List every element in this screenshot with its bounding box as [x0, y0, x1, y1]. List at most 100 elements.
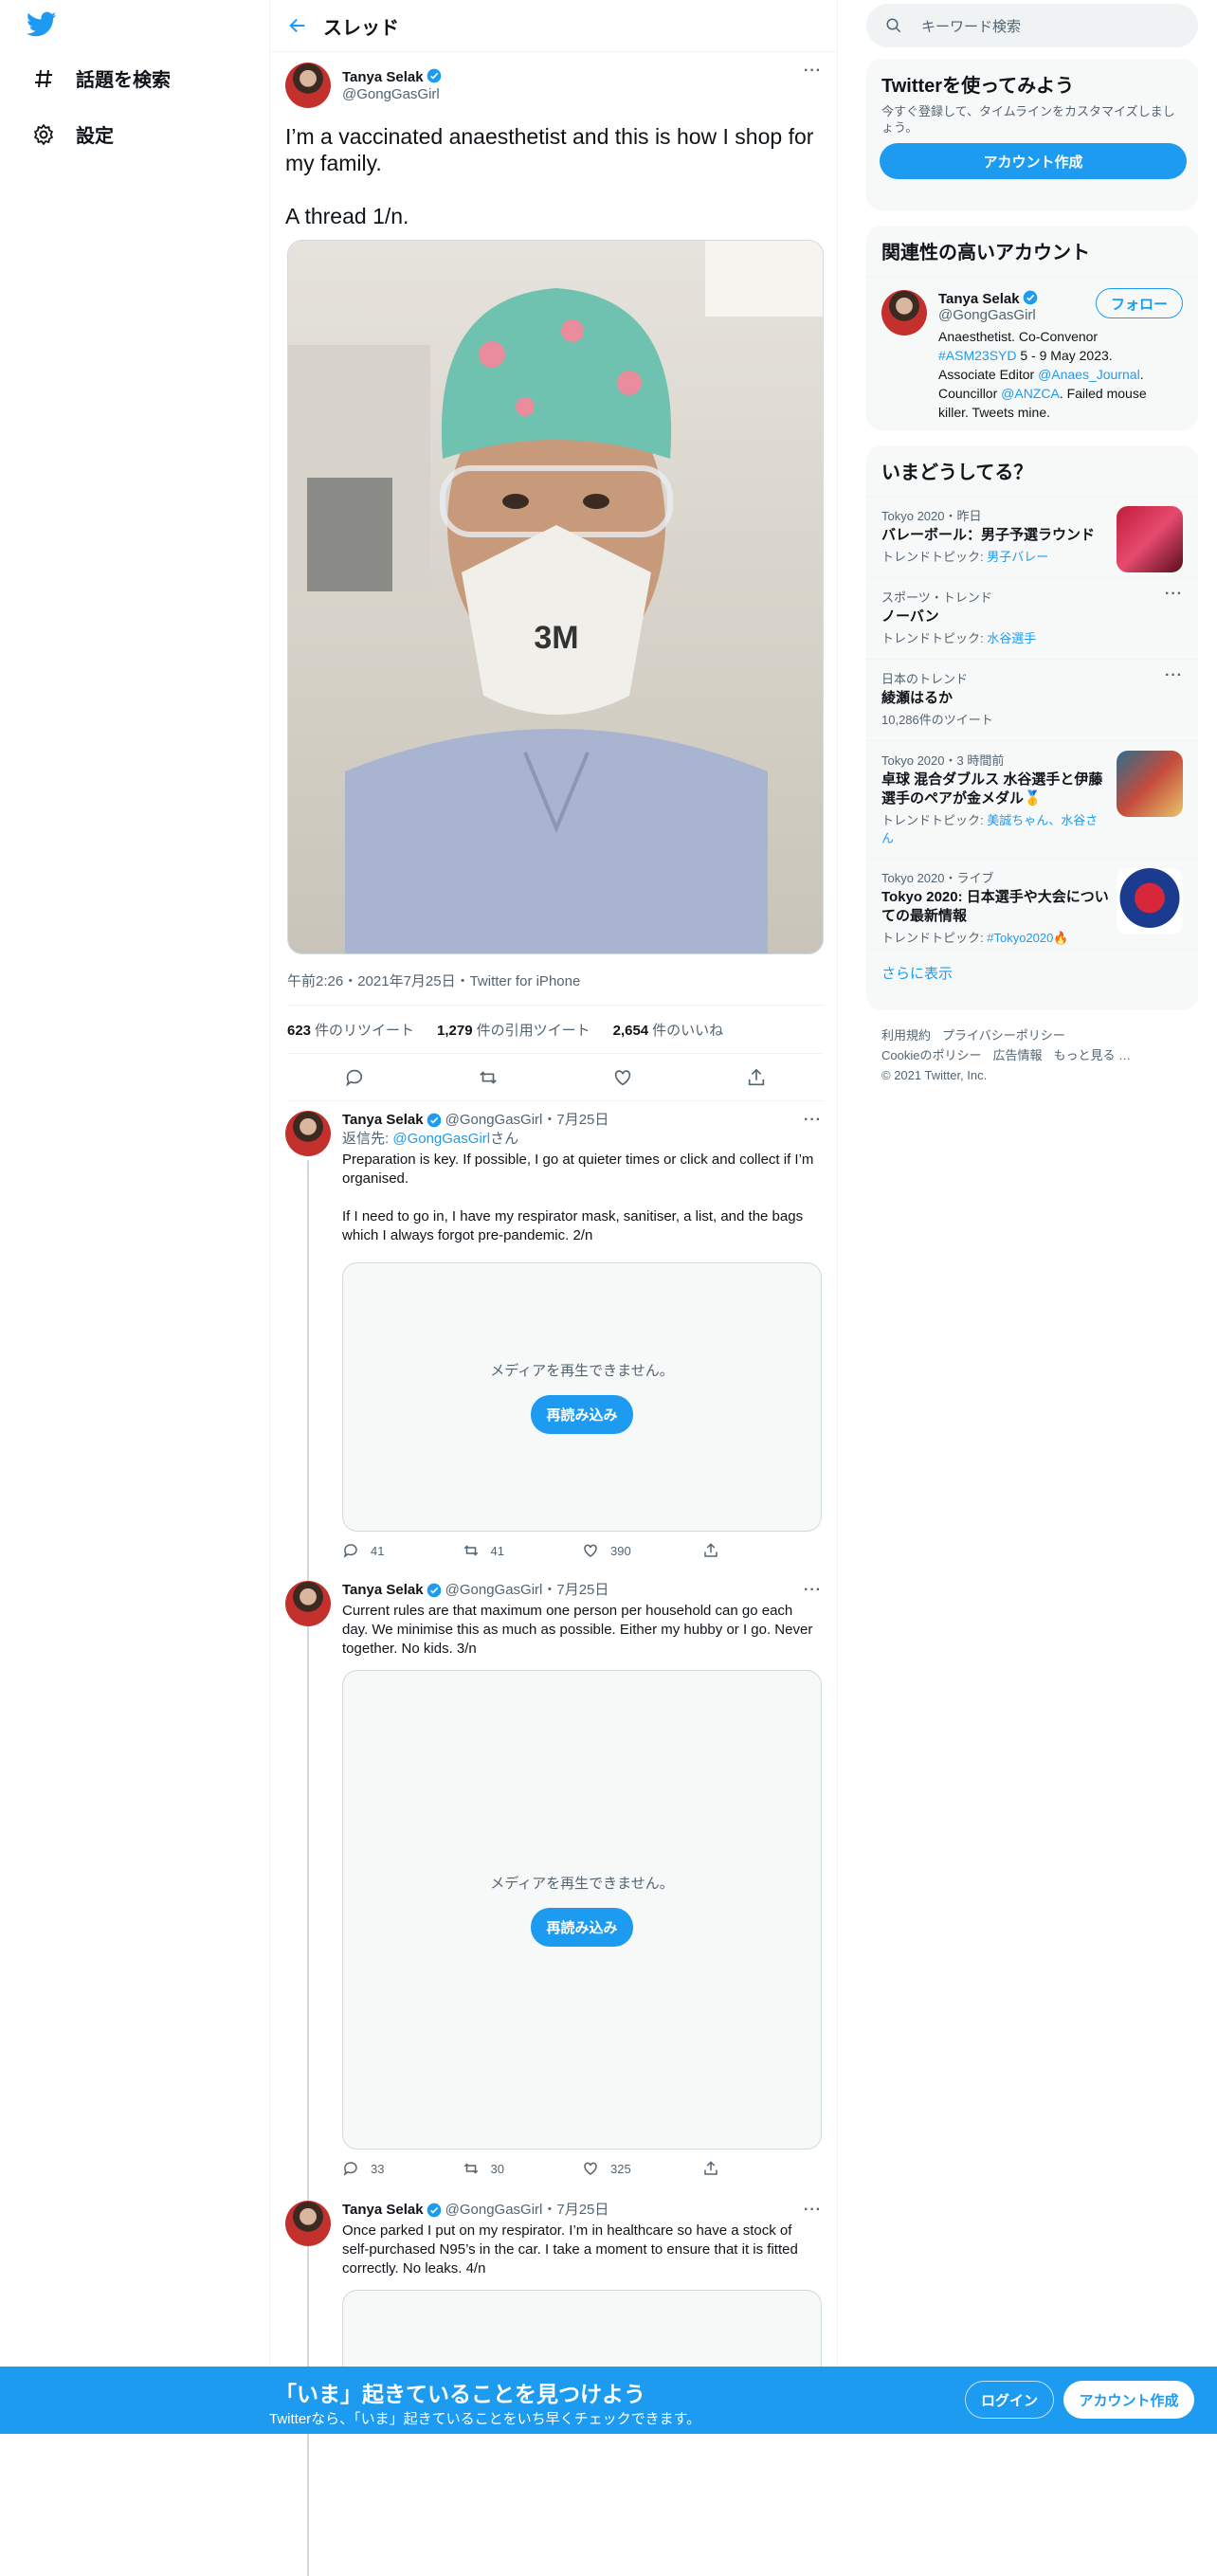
retweets-stat[interactable]: 623 件のリツイート: [287, 1020, 414, 1040]
retweet-icon: [463, 2163, 478, 2174]
relevant-title: 関連性の高いアカウント: [881, 243, 1090, 263]
verified-badge-icon: [427, 1113, 441, 1128]
reply-action[interactable]: 41: [342, 1542, 463, 1559]
bio-link[interactable]: @ANZCA: [1001, 386, 1060, 401]
avatar[interactable]: [285, 1111, 331, 1156]
show-more-link[interactable]: さらに表示: [866, 949, 1198, 996]
more-options-icon[interactable]: ···: [1165, 586, 1183, 603]
share-icon[interactable]: [746, 1067, 767, 1088]
footer-link[interactable]: Cookieのポリシー: [881, 1048, 981, 1062]
twitter-logo-icon[interactable]: [26, 11, 57, 43]
mask-brand-text: 3M: [534, 620, 578, 656]
nav-settings-label: 設定: [76, 126, 114, 147]
thread-line: [307, 1630, 309, 2208]
author-name[interactable]: Tanya Selak: [342, 1111, 424, 1130]
tweet-timestamp[interactable]: 午前2:26・2021年7月25日・Twitter for iPhone: [287, 971, 580, 990]
tweet-actions: 33 30 325: [342, 2150, 822, 2187]
author-handle[interactable]: @GongGasGirl: [445, 1581, 543, 1600]
trends-panel: いまどうしてる？ Tokyo 2020・昨日 バレーボール：男子予選ラウンド ト…: [866, 445, 1198, 1010]
media-error-text: メディアを再生できません。: [490, 1876, 674, 1892]
tweet-actions: 41 41 390: [342, 1532, 822, 1569]
like-icon[interactable]: [612, 1067, 633, 1088]
tweet-date[interactable]: ・7月25日: [542, 1111, 608, 1130]
signup-button[interactable]: アカウント作成: [1063, 2381, 1194, 2419]
trend-item[interactable]: 日本のトレンド 綾瀬はるか 10,286件のツイート ···: [866, 659, 1198, 740]
share-action[interactable]: [702, 1542, 823, 1559]
nav-explore[interactable]: 話題を検索: [30, 64, 171, 92]
follow-button[interactable]: フォロー: [1096, 288, 1183, 318]
avatar[interactable]: [285, 2201, 331, 2246]
verified-badge-icon: [427, 68, 441, 83]
footer-links: 利用規約 プライバシーポリシー Cookieのポリシー 広告情報 もっと見る … © …: [881, 1025, 1185, 1085]
nav-settings[interactable]: 設定: [30, 120, 114, 148]
tweet-photo[interactable]: 3M: [287, 240, 824, 954]
trend-item[interactable]: Tokyo 2020・ライブ Tokyo 2020: 日本選手や大会についての最…: [866, 858, 1198, 949]
like-action[interactable]: 325: [582, 2160, 702, 2177]
share-action[interactable]: [702, 2160, 823, 2177]
tweet-actions: [287, 1054, 824, 1101]
footer-link[interactable]: プライバシーポリシー: [942, 1028, 1065, 1043]
author-name[interactable]: Tanya Selak: [342, 69, 424, 85]
author-name[interactable]: Tanya Selak: [342, 1581, 424, 1600]
more-options-icon[interactable]: ···: [804, 1581, 822, 1600]
more-options-icon[interactable]: ···: [804, 1111, 822, 1130]
trend-item[interactable]: Tokyo 2020・昨日 バレーボール：男子予選ラウンド トレンドトピック: …: [866, 496, 1198, 577]
copyright: © 2021 Twitter, Inc.: [881, 1068, 988, 1082]
author-handle[interactable]: @GongGasGirl: [445, 2201, 543, 2220]
login-prompt-bar: 「いま」起きていることを見つけよう Twitterなら、「いま」起きていることを…: [0, 2367, 1217, 2434]
avatar[interactable]: [285, 63, 331, 108]
footer-link[interactable]: もっと見る …: [1053, 1048, 1131, 1062]
search-icon: [886, 18, 901, 33]
tweet-date[interactable]: ・7月25日: [542, 2201, 608, 2220]
author-handle[interactable]: @GongGasGirl: [445, 1111, 543, 1130]
likes-stat[interactable]: 2,654 件のいいね: [613, 1020, 724, 1040]
tweet-text: Current rules are that maximum one perso…: [342, 1603, 813, 1657]
like-icon: [584, 2162, 597, 2175]
verified-badge-icon: [427, 2203, 441, 2218]
create-account-button[interactable]: アカウント作成: [880, 143, 1187, 179]
reply-action[interactable]: 33: [342, 2160, 463, 2177]
reply-icon[interactable]: [344, 1067, 365, 1088]
retweet-icon: [463, 1545, 478, 1556]
reload-button[interactable]: 再読み込み: [531, 1908, 633, 1947]
verified-badge-icon: [427, 1583, 441, 1598]
login-button[interactable]: ログイン: [965, 2381, 1054, 2419]
retweet-action[interactable]: 30: [463, 2160, 583, 2177]
trend-thumbnail: [1117, 506, 1183, 572]
tweet-date[interactable]: ・7月25日: [542, 1581, 608, 1600]
tweet-text: Preparation is key. If possible, I go at…: [342, 1152, 814, 1243]
signup-title: Twitterを使ってみよう: [881, 76, 1075, 97]
reply-to-link[interactable]: @GongGasGirl: [392, 1131, 490, 1147]
thread-column: スレッド Tanya Selak @GongGasGirl ··· I’m a …: [269, 0, 838, 2576]
quotes-stat[interactable]: 1,279 件の引用ツイート: [437, 1020, 590, 1040]
media-unavailable: メディアを再生できません。 再読み込み: [342, 1262, 822, 1532]
more-options-icon[interactable]: ···: [804, 63, 822, 80]
reload-button[interactable]: 再読み込み: [531, 1395, 633, 1434]
footer-link[interactable]: 利用規約: [881, 1028, 931, 1043]
author-handle[interactable]: @GongGasGirl: [342, 86, 442, 102]
main-tweet: Tanya Selak @GongGasGirl ··· I’m a vacci…: [285, 63, 822, 229]
bio-link[interactable]: @Anaes_Journal: [1038, 367, 1140, 382]
bio-hashtag-link[interactable]: #ASM23SYD: [938, 348, 1016, 363]
reply-to-line: 返信先: @GongGasGirlさん: [342, 1131, 519, 1147]
retweet-action[interactable]: 41: [463, 1542, 583, 1559]
more-options-icon[interactable]: ···: [1165, 667, 1183, 684]
trend-thumbnail: [1117, 868, 1183, 934]
more-options-icon[interactable]: ···: [804, 2201, 822, 2220]
reply-icon: [343, 1544, 357, 1558]
bottom-bar-title: 「いま」起きていることを見つけよう: [275, 2382, 645, 2406]
trend-item[interactable]: スポーツ・トレンド ノーバン トレンドトピック: 水谷選手 ···: [866, 577, 1198, 659]
avatar[interactable]: [285, 1581, 331, 1626]
trend-item[interactable]: Tokyo 2020・3 時間前 卓球 混合ダブルス 水谷選手と伊藤選手のペアが…: [866, 740, 1198, 858]
back-button[interactable]: [270, 15, 323, 36]
like-action[interactable]: 390: [582, 1542, 702, 1559]
account-name[interactable]: Tanya Selak: [938, 291, 1020, 307]
footer-link[interactable]: 広告情報: [992, 1048, 1042, 1062]
search-input[interactable]: キーワード検索: [866, 4, 1198, 47]
author-name[interactable]: Tanya Selak: [342, 2201, 424, 2220]
tweet-text: Once parked I put on my respirator. I’m …: [342, 2222, 798, 2277]
search-placeholder: キーワード検索: [921, 18, 1022, 35]
retweet-icon[interactable]: [478, 1067, 499, 1088]
avatar[interactable]: [881, 290, 927, 336]
nav-explore-label: 話題を検索: [76, 70, 171, 91]
